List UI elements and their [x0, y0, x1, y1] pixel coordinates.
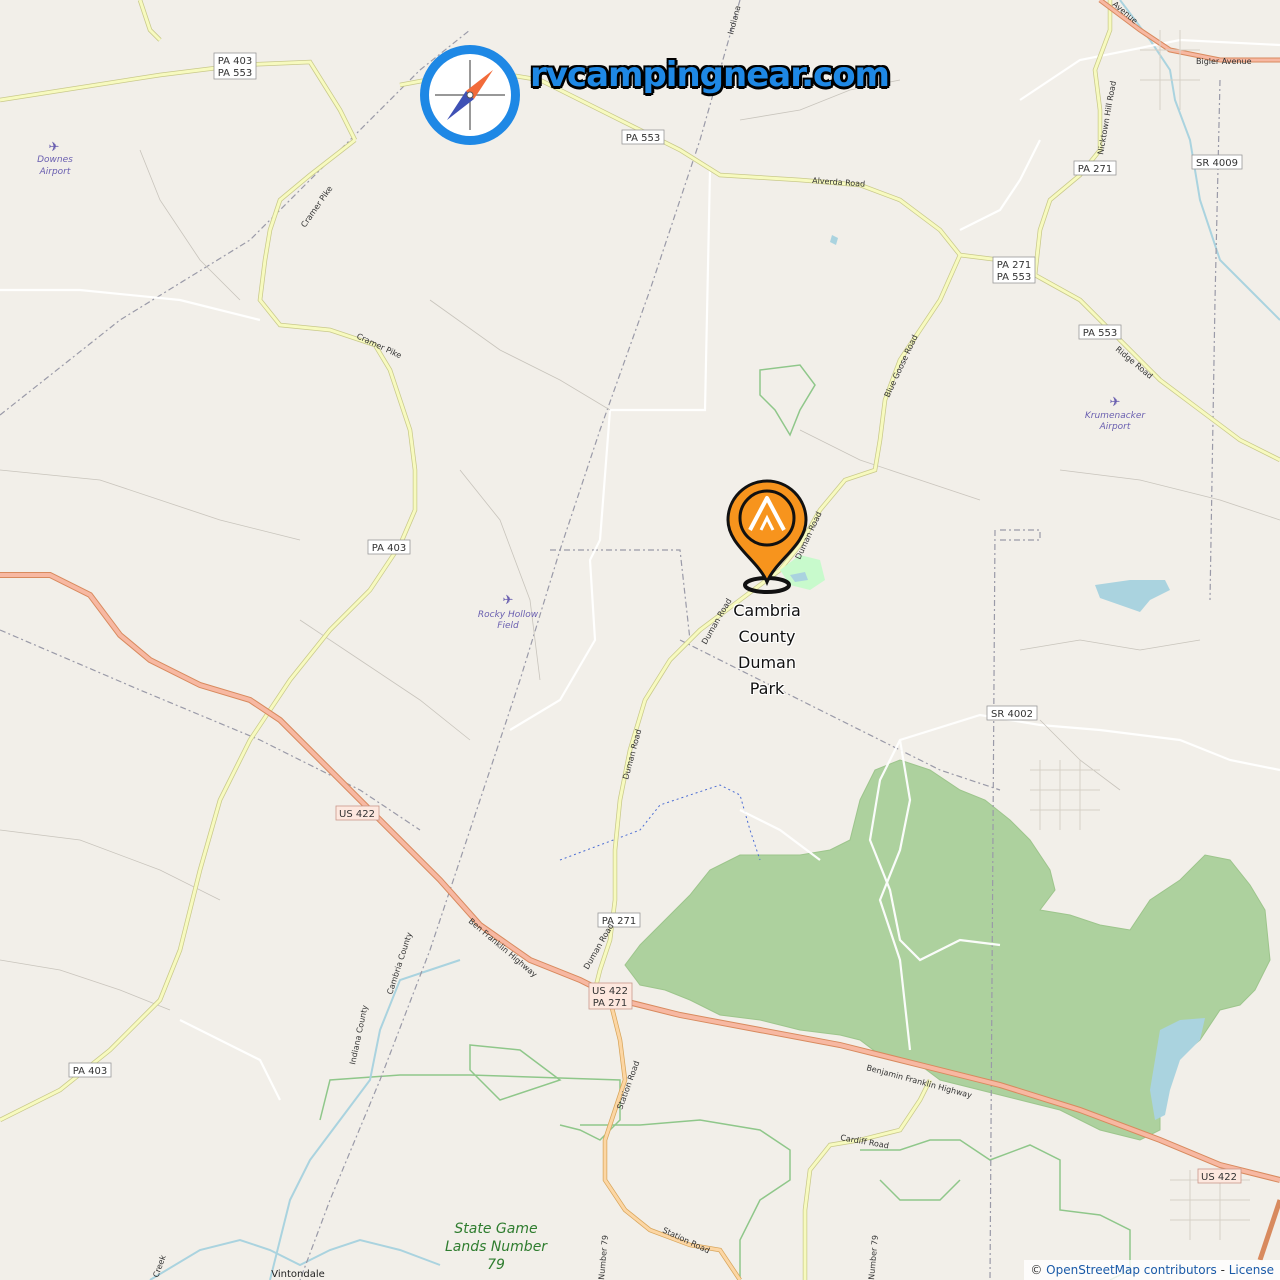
shield-pa403-553-top: PA 403PA 553 [213, 52, 257, 80]
state-game-lands-label: State Game Lands Number 79 [445, 1221, 548, 1273]
label-creek: Creek [151, 1253, 168, 1278]
label-duman3: Duman Road [621, 728, 643, 780]
airport-downes: ✈ Downes Airport [37, 140, 73, 177]
label-blue-goose: Blue Goose Road [883, 333, 920, 398]
shield-pa271-low: PA 271 [597, 912, 641, 928]
svg-text:79: 79 [487, 1257, 505, 1273]
attribution-sep: - [1216, 1263, 1229, 1277]
label-indiana: Indiana [726, 4, 742, 35]
osm-link[interactable]: OpenStreetMap contributors [1046, 1263, 1217, 1277]
label-duman4: Duman Road [582, 922, 616, 971]
svg-text:US 422: US 422 [592, 986, 628, 997]
brand-name[interactable]: rvcampingnear.com [530, 55, 890, 95]
label-indiana-county: Indiana County [348, 1004, 369, 1065]
svg-text:PA 403: PA 403 [218, 56, 253, 67]
airplane-icon: ✈ [49, 140, 60, 155]
svg-text:Field: Field [497, 621, 519, 631]
svg-text:SR 4009: SR 4009 [1196, 158, 1238, 169]
svg-text:PA 271: PA 271 [593, 998, 628, 1009]
airplane-icon: ✈ [503, 593, 514, 608]
shield-us422-a: US 422 [335, 805, 380, 821]
svg-text:PA 553: PA 553 [218, 68, 253, 79]
label-alverda: Alverda Road [812, 176, 866, 189]
shield-pa403-low: PA 403 [68, 1062, 112, 1078]
label-bigler: Bigler Avenue [1196, 57, 1252, 66]
svg-text:SR 4002: SR 4002 [991, 709, 1033, 720]
label-ben-franklin1: Ben Franklin Highway [467, 917, 539, 980]
svg-text:PA 403: PA 403 [73, 1066, 108, 1077]
shield-pa553-a: PA 553 [621, 129, 665, 145]
airport-krumenacker: ✈ Krumenacker Airport [1085, 395, 1147, 432]
map-canvas[interactable]: PA 403PA 553 PA 553 PA 271 SR 4009 PA 27… [0, 0, 1280, 1280]
svg-text:PA 553: PA 553 [626, 133, 661, 144]
svg-text:Airport: Airport [1099, 422, 1131, 432]
svg-text:Airport: Airport [39, 167, 71, 177]
shield-pa271-top: PA 271 [1073, 160, 1117, 176]
label-ridge: Ridge Road [1114, 345, 1155, 381]
label-number79a: Number 79 [597, 1235, 610, 1280]
airplane-icon: ✈ [1110, 395, 1121, 410]
shield-us422-b: US 422 [1197, 1168, 1242, 1184]
svg-text:US 422: US 422 [339, 809, 375, 820]
attribution-prefix: © [1030, 1263, 1047, 1277]
label-number79b: Number 79 [867, 1235, 880, 1280]
svg-text:PA 271: PA 271 [997, 260, 1032, 271]
svg-text:Downes: Downes [37, 155, 73, 165]
svg-text:PA 403: PA 403 [372, 543, 407, 554]
shield-pa403-mid: PA 403 [367, 539, 411, 555]
poi-label-line: County [738, 627, 796, 646]
svg-text:Rocky Hollow: Rocky Hollow [478, 610, 539, 620]
poi-label-line: Duman [738, 653, 796, 672]
svg-text:PA 553: PA 553 [1083, 328, 1118, 339]
compass-icon [420, 45, 520, 145]
poi-label: Cambria County Duman Park [717, 598, 817, 702]
svg-text:PA 553: PA 553 [997, 272, 1032, 283]
shield-pa553-b: PA 553 [1078, 324, 1122, 340]
svg-text:Krumenacker: Krumenacker [1085, 411, 1147, 421]
stream-dotted [559, 784, 761, 861]
poi-label-line: Park [749, 679, 785, 698]
label-cambria-county: Cambria County [385, 931, 414, 996]
forest-area [624, 759, 1271, 1141]
svg-text:US 422: US 422 [1201, 1172, 1237, 1183]
license-link[interactable]: License [1229, 1263, 1274, 1277]
poi-label-line: Cambria [733, 601, 801, 620]
label-station2: Station Road [661, 1226, 711, 1256]
svg-text:Lands Number: Lands Number [445, 1239, 548, 1255]
shield-sr4002: SR 4002 [986, 705, 1038, 721]
town-vintondale: Vintondale [271, 1269, 325, 1280]
svg-text:State Game: State Game [454, 1221, 537, 1237]
shield-us422-pa271: US 422PA 271 [588, 982, 633, 1010]
label-cramer1: Cramer Pike [299, 184, 334, 229]
map-attribution: © OpenStreetMap contributors - License [1024, 1260, 1280, 1280]
minor-roads-grey [0, 79, 1280, 1011]
shield-pa271-553: PA 271PA 553 [992, 256, 1036, 284]
svg-text:PA 271: PA 271 [1078, 164, 1113, 175]
shield-sr4009: SR 4009 [1191, 154, 1243, 170]
